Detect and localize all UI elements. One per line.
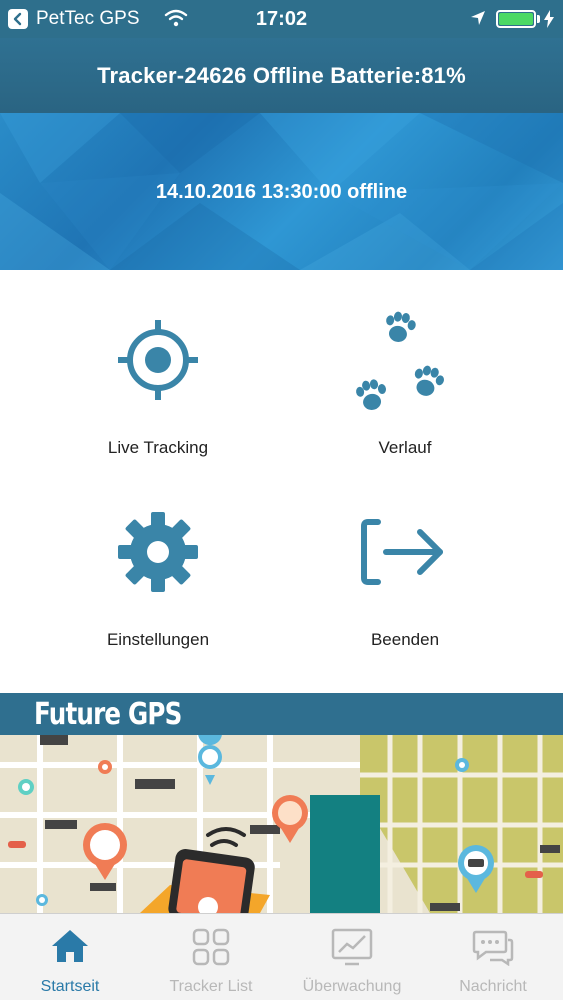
live-tracking-button[interactable]: Live Tracking (33, 300, 283, 500)
status-banner: 14.10.2016 13:30:00 offline (0, 113, 563, 270)
gear-icon (118, 512, 198, 592)
beenden-button[interactable]: Beenden (280, 500, 530, 700)
main-menu: Live Tracking Verlauf Einstellungen Been… (0, 270, 563, 693)
map-illustration (0, 735, 563, 913)
einstellungen-button[interactable]: Einstellungen (33, 500, 283, 700)
tracker-header-title: Tracker-24626 Offline Batterie:81% (97, 62, 466, 88)
battery-tip (537, 15, 540, 23)
location-arrow-icon (471, 11, 485, 25)
tab-nachricht-label: Nachricht (459, 978, 527, 995)
tab-tracker-list-label: Tracker List (169, 978, 253, 995)
tab-startseit-label: Startseit (40, 978, 100, 995)
battery-fill (499, 13, 533, 25)
promo-title: Future GPS (34, 697, 182, 732)
verlauf-button[interactable]: Verlauf (280, 300, 530, 500)
charging-bolt-icon (544, 10, 554, 28)
promo-banner: Future GPS (0, 693, 563, 735)
tab-startseit[interactable]: Startseit (0, 914, 140, 1000)
live-tracking-label: Live Tracking (107, 438, 209, 457)
tracker-header: Tracker-24626 Offline Batterie:81% (0, 38, 563, 113)
beenden-label: Beenden (370, 630, 440, 649)
logout-icon (361, 519, 443, 585)
chat-bubbles-icon (472, 930, 514, 966)
crosshair-icon (118, 320, 198, 400)
einstellungen-label: Einstellungen (106, 630, 210, 649)
verlauf-label: Verlauf (378, 438, 432, 457)
grid-icon (192, 928, 230, 966)
battery-indicator (496, 10, 536, 28)
status-bar: PetTec GPS 17:02 (0, 0, 563, 38)
paw-prints-icon (356, 311, 444, 410)
chart-monitor-icon (331, 928, 373, 966)
last-update-status: 14.10.2016 13:30:00 offline (155, 181, 408, 203)
home-icon (52, 930, 88, 962)
tab-tracker-list[interactable]: Tracker List (141, 914, 281, 1000)
tab-ueberwachung[interactable]: Überwachung (282, 914, 422, 1000)
tab-bar: Startseit Tracker List Überwachung Nachr… (0, 913, 563, 1000)
tab-ueberwachung-label: Überwachung (302, 978, 402, 995)
city-map-graphic (0, 735, 563, 913)
tab-nachricht[interactable]: Nachricht (423, 914, 563, 1000)
